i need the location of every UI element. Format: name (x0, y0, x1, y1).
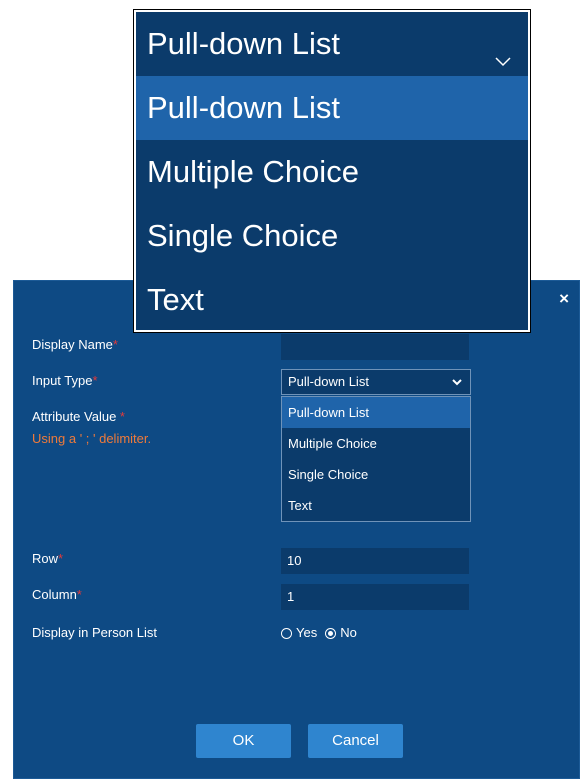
option-pull-down-list[interactable]: Pull-down List (282, 397, 470, 428)
display-name-label: Display Name* (32, 337, 118, 352)
input-type-options: Pull-down List Multiple Choice Single Ch… (281, 396, 471, 522)
close-icon[interactable]: × (559, 289, 569, 309)
input-type-select[interactable]: Pull-down List (281, 369, 471, 395)
row-label: Row* (32, 551, 64, 566)
attribute-dialog: × Display Name* Input Type* Pull-down Li… (13, 280, 580, 779)
zoomed-option-single-choice[interactable]: Single Choice (136, 204, 528, 268)
option-single-choice[interactable]: Single Choice (282, 459, 470, 490)
display-in-person-list-radios: Yes No (281, 625, 357, 641)
attribute-value-label: Attribute Value * (32, 409, 125, 424)
chevron-down-icon (492, 30, 514, 67)
radio-yes-label: Yes (296, 625, 318, 640)
radio-no-label: No (340, 625, 357, 640)
column-label: Column* (32, 587, 82, 602)
radio-no[interactable] (325, 627, 337, 639)
option-text[interactable]: Text (282, 490, 470, 521)
display-in-person-list-label: Display in Person List (32, 625, 157, 640)
zoomed-option-text[interactable]: Text (136, 268, 528, 332)
cancel-button[interactable]: Cancel (308, 724, 403, 758)
radio-yes[interactable] (281, 627, 292, 639)
display-name-input[interactable] (281, 334, 469, 360)
zoomed-option-pull-down-list[interactable]: Pull-down List (136, 76, 528, 140)
row-input[interactable]: 10 (281, 548, 469, 574)
zoomed-dropdown: Pull-down List Pull-down List Multiple C… (133, 9, 531, 333)
ok-button[interactable]: OK (196, 724, 291, 758)
input-type-label: Input Type* (32, 373, 98, 388)
column-input[interactable]: 1 (281, 584, 469, 610)
delimiter-note: Using a ' ; ' delimiter. (32, 431, 152, 446)
page: × Display Name* Input Type* Pull-down Li… (0, 0, 581, 779)
zoomed-select[interactable]: Pull-down List (136, 12, 528, 76)
zoomed-option-multiple-choice[interactable]: Multiple Choice (136, 140, 528, 204)
option-multiple-choice[interactable]: Multiple Choice (282, 428, 470, 459)
